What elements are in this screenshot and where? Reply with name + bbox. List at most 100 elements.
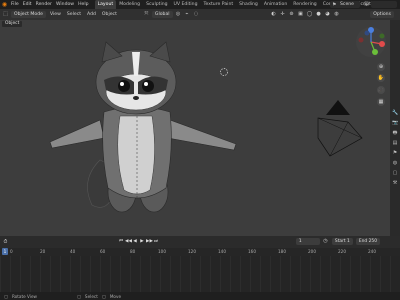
play-reverse-button[interactable]: ◀ — [132, 238, 138, 245]
gizmo-toggle-icon[interactable]: ✛ — [279, 11, 286, 18]
end-value: 250 — [368, 239, 377, 244]
scene-icon: ⚑ — [332, 2, 337, 8]
tab-modeling[interactable]: Modeling — [116, 0, 143, 9]
scene-label: Scene — [340, 2, 355, 7]
view-layer-props-icon[interactable]: ▤ — [392, 140, 398, 147]
zoom-icon[interactable]: ⊕ — [377, 63, 385, 71]
material-shading-icon[interactable]: ◕ — [324, 11, 331, 18]
camera-view-icon[interactable]: 🎥 — [377, 86, 385, 94]
viewport-header: ⬚ Object Mode View Select Add Object ⤧ G… — [0, 9, 400, 20]
scene-selector[interactable]: ⚑ Scene — [330, 1, 360, 8]
mouse-left-icon: ▢ — [4, 293, 8, 299]
output-props-icon[interactable]: 🖶 — [392, 130, 398, 137]
top-bar: ◉ File Edit Render Window Help Layout Mo… — [0, 0, 400, 9]
jump-keyframe-forward-button[interactable]: ▶▶ — [146, 238, 153, 245]
ruler-tick: 200 — [308, 249, 316, 254]
ruler-tick: 100 — [158, 249, 166, 254]
status-rotate-view: Rotate View — [11, 293, 37, 299]
ruler-tick: 20 — [40, 249, 46, 254]
tab-animation[interactable]: Animation — [261, 0, 290, 9]
solid-shading-icon[interactable]: ● — [315, 11, 322, 18]
mouse-right-icon: ▢ — [101, 293, 106, 299]
current-frame-field[interactable]: 1 — [295, 238, 320, 245]
menu-help[interactable]: Help — [76, 2, 90, 7]
menu-edit[interactable]: Edit — [21, 2, 34, 7]
ruler-tick: 120 — [188, 249, 196, 254]
frame-range-fields: 1 ◷ Start 1 End 250 — [293, 238, 380, 245]
start-label: Start — [334, 239, 346, 244]
timeline-header: ⏱ ⏮ ◀◀ ◀ ▶ ▶▶ ⏭ 1 ◷ Start 1 End 250 — [0, 236, 400, 248]
menu-render[interactable]: Render — [34, 2, 54, 7]
world-props-icon[interactable]: ◍ — [392, 160, 398, 167]
tab-layout[interactable]: Layout — [94, 0, 117, 9]
ruler-tick: 40 — [70, 249, 76, 254]
3d-cursor-icon — [220, 68, 228, 76]
timeline-track-area[interactable] — [0, 256, 400, 292]
object-props-icon[interactable]: ▢ — [392, 170, 398, 177]
status-select: Select — [84, 293, 98, 299]
timeline-editor-icon[interactable]: ⏱ — [2, 239, 9, 246]
ruler-tick: 180 — [278, 249, 286, 254]
tab-uv-editing[interactable]: UV Editing — [171, 0, 201, 9]
mode-dropdown[interactable]: Object Mode — [11, 11, 46, 18]
scene-props-icon[interactable]: ⚑ — [392, 150, 398, 157]
camera-object[interactable] — [317, 100, 363, 157]
object-chip: Object — [2, 21, 23, 27]
jump-end-button[interactable]: ⏭ — [153, 238, 159, 245]
jump-start-button[interactable]: ⏮ — [118, 238, 124, 245]
view-layer-icon[interactable]: ▤ — [363, 1, 370, 8]
timeline-ruler[interactable]: 0 20 40 60 80 100 120 140 160 180 200 22… — [0, 248, 400, 256]
ruler-tick: 60 — [100, 249, 106, 254]
tab-shading[interactable]: Shading — [236, 0, 261, 9]
mouse-middle-icon: ▢ — [76, 293, 81, 299]
jump-keyframe-back-button[interactable]: ◀◀ — [125, 238, 132, 245]
transform-orientation-dropdown[interactable]: Global — [151, 11, 173, 18]
options-dropdown[interactable]: Options — [370, 11, 394, 18]
3d-viewport[interactable] — [0, 20, 390, 236]
end-label: End — [358, 239, 368, 244]
snap-icon[interactable]: ⌁ — [184, 11, 191, 18]
ruler-tick: 160 — [248, 249, 256, 254]
clock-icon: ◷ — [323, 238, 328, 244]
ruler-tick: 220 — [338, 249, 346, 254]
visibility-icon[interactable]: ◐ — [270, 11, 277, 18]
select-menu[interactable]: Select — [65, 11, 83, 18]
blender-logo-icon[interactable]: ◉ — [0, 0, 9, 9]
raccoon-model[interactable] — [49, 41, 237, 213]
object-menu[interactable]: Object — [100, 11, 119, 18]
perspective-toggle-icon[interactable]: ▦ — [377, 98, 385, 106]
status-move: Move — [109, 293, 122, 299]
ruler-tick: 240 — [368, 249, 376, 254]
orientation-icon[interactable]: ⤧ — [143, 11, 150, 18]
play-button[interactable]: ▶ — [139, 238, 145, 245]
xray-icon[interactable]: ▣ — [297, 11, 304, 18]
end-frame-field[interactable]: End 250 — [355, 238, 380, 245]
menu-file[interactable]: File — [9, 2, 21, 7]
ruler-tick: 140 — [218, 249, 226, 254]
overlay-icon[interactable]: ⊚ — [288, 11, 295, 18]
tool-props-icon[interactable]: 🔧 — [392, 110, 398, 117]
tab-texture-paint[interactable]: Texture Paint — [201, 0, 237, 9]
add-menu[interactable]: Add — [85, 11, 98, 18]
playback-controls: ⏮ ◀◀ ◀ ▶ ▶▶ ⏭ — [118, 238, 160, 245]
tab-sculpting[interactable]: Sculpting — [143, 0, 170, 9]
tab-rendering[interactable]: Rendering — [290, 0, 319, 9]
view-menu[interactable]: View — [48, 11, 63, 18]
start-value: 1 — [347, 239, 350, 244]
proportional-edit-icon[interactable]: ◌ — [193, 11, 200, 18]
menu-window[interactable]: Window — [54, 2, 76, 7]
navigation-gizmo[interactable] — [355, 26, 387, 58]
view-layer-selector[interactable] — [371, 1, 397, 8]
editor-type-icon[interactable]: ⬚ — [2, 11, 9, 18]
status-bar: ▢ Rotate View ▢ Select ▢ Move — [0, 292, 400, 300]
viewport-shading-icons: ◐ ✛ ⊚ ▣ ◯ ● ◕ ◍ — [268, 11, 340, 18]
pivot-icon[interactable]: ◎ — [175, 11, 182, 18]
wireframe-shading-icon[interactable]: ◯ — [306, 11, 313, 18]
properties-tab-strip: 🔧 📷 🖶 ▤ ⚑ ◍ ▢ ⚒ — [390, 20, 400, 236]
rendered-shading-icon[interactable]: ◍ — [333, 11, 340, 18]
render-props-icon[interactable]: 📷 — [392, 120, 398, 127]
modifier-props-icon[interactable]: ⚒ — [392, 180, 398, 187]
pan-icon[interactable]: ✋ — [377, 74, 385, 82]
playhead[interactable]: 1 — [2, 248, 8, 255]
start-frame-field[interactable]: Start 1 — [331, 238, 353, 245]
